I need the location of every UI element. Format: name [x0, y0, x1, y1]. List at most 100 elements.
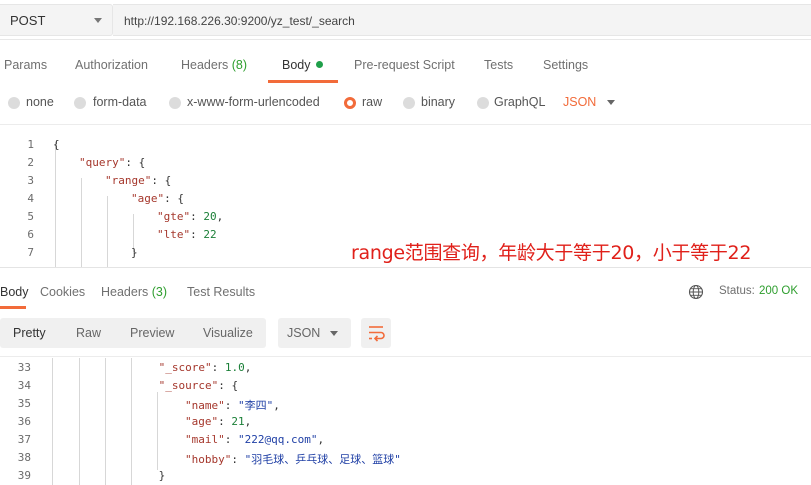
- chevron-down-icon: [330, 331, 338, 336]
- view-pretty-button[interactable]: Pretty: [13, 326, 46, 340]
- method-label: POST: [10, 13, 46, 28]
- json-punctuation: : {: [151, 174, 172, 187]
- response-format-label: JSON: [287, 326, 321, 340]
- divider: [0, 356, 811, 357]
- json-key: "age": [131, 192, 165, 205]
- indent-guide: [79, 358, 80, 485]
- json-number: 21: [231, 415, 245, 428]
- line-number: 37: [17, 433, 31, 446]
- code-line: "lte": 22: [157, 228, 217, 241]
- tab-body[interactable]: Body: [282, 58, 323, 72]
- json-punctuation: : {: [218, 379, 239, 392]
- chevron-down-icon[interactable]: [607, 100, 615, 105]
- json-key: "lte": [157, 228, 191, 241]
- indent-guide: [52, 358, 53, 485]
- json-punctuation: }: [158, 469, 166, 482]
- code-line: "age": {: [131, 192, 184, 205]
- tab-tests[interactable]: Tests: [484, 58, 513, 72]
- line-number: 35: [17, 397, 31, 410]
- resp-tab-body[interactable]: Body: [0, 285, 29, 299]
- code-line: "name": "李四",: [185, 397, 280, 413]
- json-punctuation: ,: [216, 210, 224, 223]
- json-colon: :: [224, 399, 238, 412]
- json-colon: :: [218, 415, 232, 428]
- indent-guide: [157, 392, 158, 470]
- code-line: {: [53, 138, 60, 151]
- code-line: "range": {: [105, 174, 171, 187]
- view-raw-button[interactable]: Raw: [76, 326, 101, 340]
- json-key: "query": [79, 156, 126, 169]
- json-number: 22: [203, 228, 217, 241]
- json-colon: :: [231, 453, 245, 466]
- code-line: "gte": 20,: [157, 210, 223, 223]
- globe-icon[interactable]: [688, 284, 704, 300]
- json-number: 20: [203, 210, 217, 223]
- line-number: 6: [27, 228, 34, 241]
- json-punctuation: ,: [273, 399, 280, 412]
- view-preview-button[interactable]: Preview: [130, 326, 174, 340]
- json-key: "hobby": [185, 453, 232, 466]
- json-key: "name": [185, 399, 225, 412]
- body-indicator-dot: [315, 61, 323, 68]
- status-value: 200 OK: [759, 285, 798, 297]
- wrap-icon: [369, 326, 385, 342]
- tab-authorization[interactable]: Authorization: [75, 58, 148, 72]
- indent-guide: [107, 196, 108, 267]
- method-select[interactable]: POST: [0, 4, 113, 36]
- response-format-select[interactable]: JSON: [278, 318, 351, 348]
- url-input[interactable]: http://192.168.226.30:9200/yz_test/_sear…: [113, 4, 811, 36]
- json-number: 1.0: [224, 361, 245, 374]
- indent-guide: [131, 358, 132, 485]
- code-line: "age": 21,: [185, 415, 251, 428]
- radio-circle: [8, 97, 20, 109]
- json-key: "_source": [158, 379, 219, 392]
- tab-pre-request-script[interactable]: Pre-request Script: [354, 58, 455, 72]
- code-line: "_score": 1.0,: [159, 361, 252, 374]
- json-key: "_score": [158, 361, 212, 374]
- line-number: 3: [27, 174, 34, 187]
- view-visualize-button[interactable]: Visualize: [203, 326, 253, 340]
- tab-params[interactable]: Params: [4, 58, 47, 72]
- radio-circle-selected: [344, 97, 356, 109]
- json-colon: :: [190, 228, 204, 241]
- json-punctuation: : {: [125, 156, 146, 169]
- resp-tab-headers-label: Headers: [101, 285, 149, 299]
- status-label: Status:: [719, 285, 755, 297]
- json-colon: :: [211, 361, 225, 374]
- line-number: 2: [27, 156, 34, 169]
- json-key: "range": [105, 174, 152, 187]
- indent-guide: [55, 142, 56, 267]
- indent-guide: [81, 178, 82, 267]
- code-line: "mail": "222@qq.com",: [185, 433, 324, 446]
- annotation-text: range范围查询，年龄大于等于20，小于等于22: [351, 242, 752, 264]
- json-string: "羽毛球、乒乓球、足球、篮球": [244, 453, 401, 466]
- code-line: "_source": {: [159, 379, 238, 392]
- json-key: "gte": [157, 210, 191, 223]
- resp-tab-cookies[interactable]: Cookies: [40, 285, 85, 299]
- divider: [0, 124, 811, 125]
- json-punctuation: {: [53, 138, 60, 151]
- json-punctuation: ,: [244, 361, 252, 374]
- tab-headers-label: Headers: [181, 58, 229, 72]
- resp-tab-headers-count: (3): [151, 285, 168, 299]
- response-body-viewer[interactable]: 33 "_score": 1.0, 34 "_source": {35 "name": …: [0, 358, 811, 485]
- json-key: "age": [185, 415, 219, 428]
- line-number: 7: [27, 246, 34, 259]
- tab-headers[interactable]: Headers (8): [181, 58, 247, 72]
- line-number: 1: [27, 138, 34, 151]
- code-line: }: [159, 469, 166, 482]
- resp-tab-test-results[interactable]: Test Results: [187, 285, 255, 299]
- wrap-lines-button[interactable]: [361, 318, 391, 348]
- radio-circle: [169, 97, 181, 109]
- line-number: 39: [17, 469, 31, 482]
- json-colon: :: [224, 433, 238, 446]
- response-divider[interactable]: [0, 267, 811, 268]
- language-select[interactable]: JSON: [563, 95, 596, 109]
- radio-circle: [477, 97, 489, 109]
- json-string: "李四": [238, 399, 274, 412]
- line-number: 4: [27, 192, 34, 205]
- json-punctuation: }: [131, 246, 138, 259]
- resp-tab-headers[interactable]: Headers (3): [101, 285, 167, 299]
- json-punctuation: ,: [244, 415, 252, 428]
- tab-settings[interactable]: Settings: [543, 58, 588, 72]
